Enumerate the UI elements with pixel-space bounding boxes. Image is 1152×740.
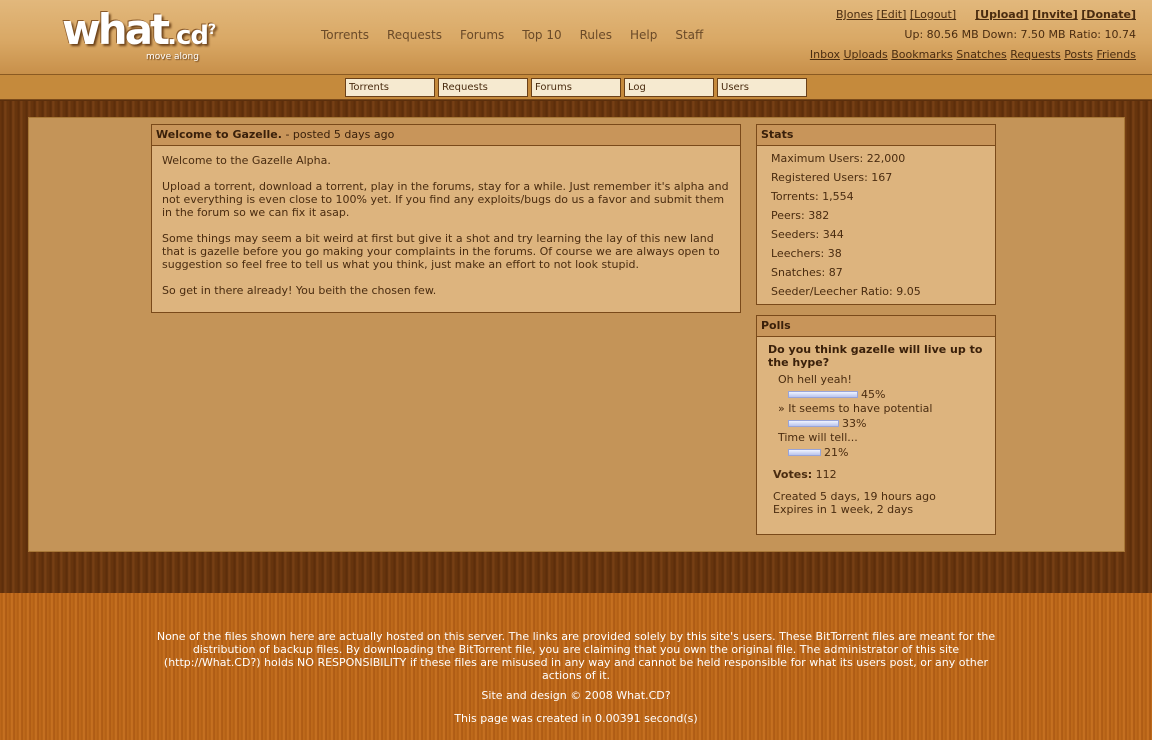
footer-disclaimer: None of the files shown here are actuall… [156,630,996,682]
search-bar [0,75,1152,100]
upload-link[interactable]: [Upload] [975,8,1029,21]
logo-tagline: move along [146,52,199,62]
stat-item: Registered Users: 167 [771,171,893,184]
site-footer: None of the files shown here are actuall… [0,593,1152,740]
requests-link[interactable]: Requests [1010,48,1060,61]
edit-link[interactable]: [Edit] [877,8,907,21]
nav-help[interactable]: Help [630,28,657,42]
username-link[interactable]: BJones [836,8,873,21]
search-torrents-input[interactable] [345,78,435,97]
user-links: Inbox Uploads Bookmarks Snatches Request… [810,48,1136,68]
stat-item: Snatches: 87 [771,266,843,279]
logo-super: ? [208,22,216,38]
nav-rules[interactable]: Rules [580,28,612,42]
poll-votes-label: Votes: [773,468,813,481]
friends-link[interactable]: Friends [1096,48,1136,61]
logout-link[interactable]: [Logout] [910,8,956,21]
poll-votes-count: 112 [815,468,837,481]
poll-bar [788,419,839,427]
poll-option: Time will tell... 21% [768,431,984,460]
poll-expires: Expires in 1 week, 2 days [773,503,914,516]
search-users-input[interactable] [717,78,807,97]
stats-list: Maximum Users: 22,000 Registered Users: … [757,146,995,303]
poll-bar [788,390,858,398]
poll-votes: Votes: 112 [768,467,984,483]
footer-copyright: Site and design © 2008 What.CD? [481,689,671,702]
search-requests-input[interactable] [438,78,528,97]
nav-requests[interactable]: Requests [387,28,442,42]
stat-item: Seeder/Leecher Ratio: 9.05 [771,285,921,298]
stat-item: Seeders: 344 [771,228,844,241]
poll-option-label: » It seems to have potential [778,402,933,415]
posts-link[interactable]: Posts [1064,48,1093,61]
donate-link[interactable]: [Donate] [1081,8,1136,21]
poll-created: Created 5 days, 19 hours ago [773,490,936,503]
news-paragraph: So get in there already! You beith the c… [162,284,437,297]
nav-top10[interactable]: Top 10 [522,28,561,42]
search-log-input[interactable] [624,78,714,97]
bookmarks-link[interactable]: Bookmarks [891,48,952,61]
stat-item: Peers: 382 [771,209,830,222]
nav-forums[interactable]: Forums [460,28,504,42]
stat-item: Torrents: 1,554 [771,190,854,203]
news-body: Welcome to the Gazelle Alpha. Upload a t… [152,146,740,318]
stat-item: Leechers: 38 [771,247,842,260]
news-header: Welcome to Gazelle. - posted 5 days ago [152,125,740,146]
stats-box: Stats Maximum Users: 22,000 Registered U… [756,124,996,305]
poll-box: Polls Do you think gazelle will live up … [756,315,996,535]
logo-word: what [62,5,170,54]
poll-question: Do you think gazelle will live up to the… [768,343,983,369]
news-paragraph: Some things may seem a bit weird at firs… [162,232,720,271]
news-paragraph: Upload a torrent, download a torrent, pl… [162,180,729,219]
user-info: BJones [Edit] [Logout] [Upload] [Invite]… [810,8,1136,68]
poll-option: » It seems to have potential 33% [768,402,984,431]
news-paragraph: Welcome to the Gazelle Alpha. [162,154,331,167]
poll-option-label: Oh hell yeah! [778,373,852,386]
poll-title: Polls [761,319,791,332]
invite-link[interactable]: [Invite] [1032,8,1078,21]
poll-option: Oh hell yeah! 45% [768,373,984,402]
news-posted: - posted 5 days ago [281,128,395,141]
nav-torrents[interactable]: Torrents [321,28,369,42]
uploads-link[interactable]: Uploads [843,48,887,61]
user-ratio-stats: Up: 80.56 MB Down: 7.50 MB Ratio: 10.74 [904,28,1136,41]
poll-percent: 21% [824,445,849,459]
stat-item: Maximum Users: 22,000 [771,152,906,165]
snatches-link[interactable]: Snatches [956,48,1007,61]
poll-percent: 45% [861,387,886,401]
logo-suffix: .cd [167,21,209,51]
inbox-link[interactable]: Inbox [810,48,840,61]
poll-bar [788,448,821,456]
site-header: what.cd? move along Torrents Requests Fo… [0,0,1152,75]
news-box: Welcome to Gazelle. - posted 5 days ago … [151,124,741,313]
nav-staff[interactable]: Staff [675,28,703,42]
footer-timing: This page was created in 0.00391 second(… [454,712,698,725]
poll-percent: 33% [842,416,867,430]
search-forums-input[interactable] [531,78,621,97]
main-nav: Torrents Requests Forums Top 10 Rules He… [321,28,721,42]
site-logo[interactable]: what.cd? move along [62,5,216,66]
news-title: Welcome to Gazelle. [156,128,282,141]
stats-title: Stats [761,128,794,141]
poll-option-label: Time will tell... [778,431,858,444]
